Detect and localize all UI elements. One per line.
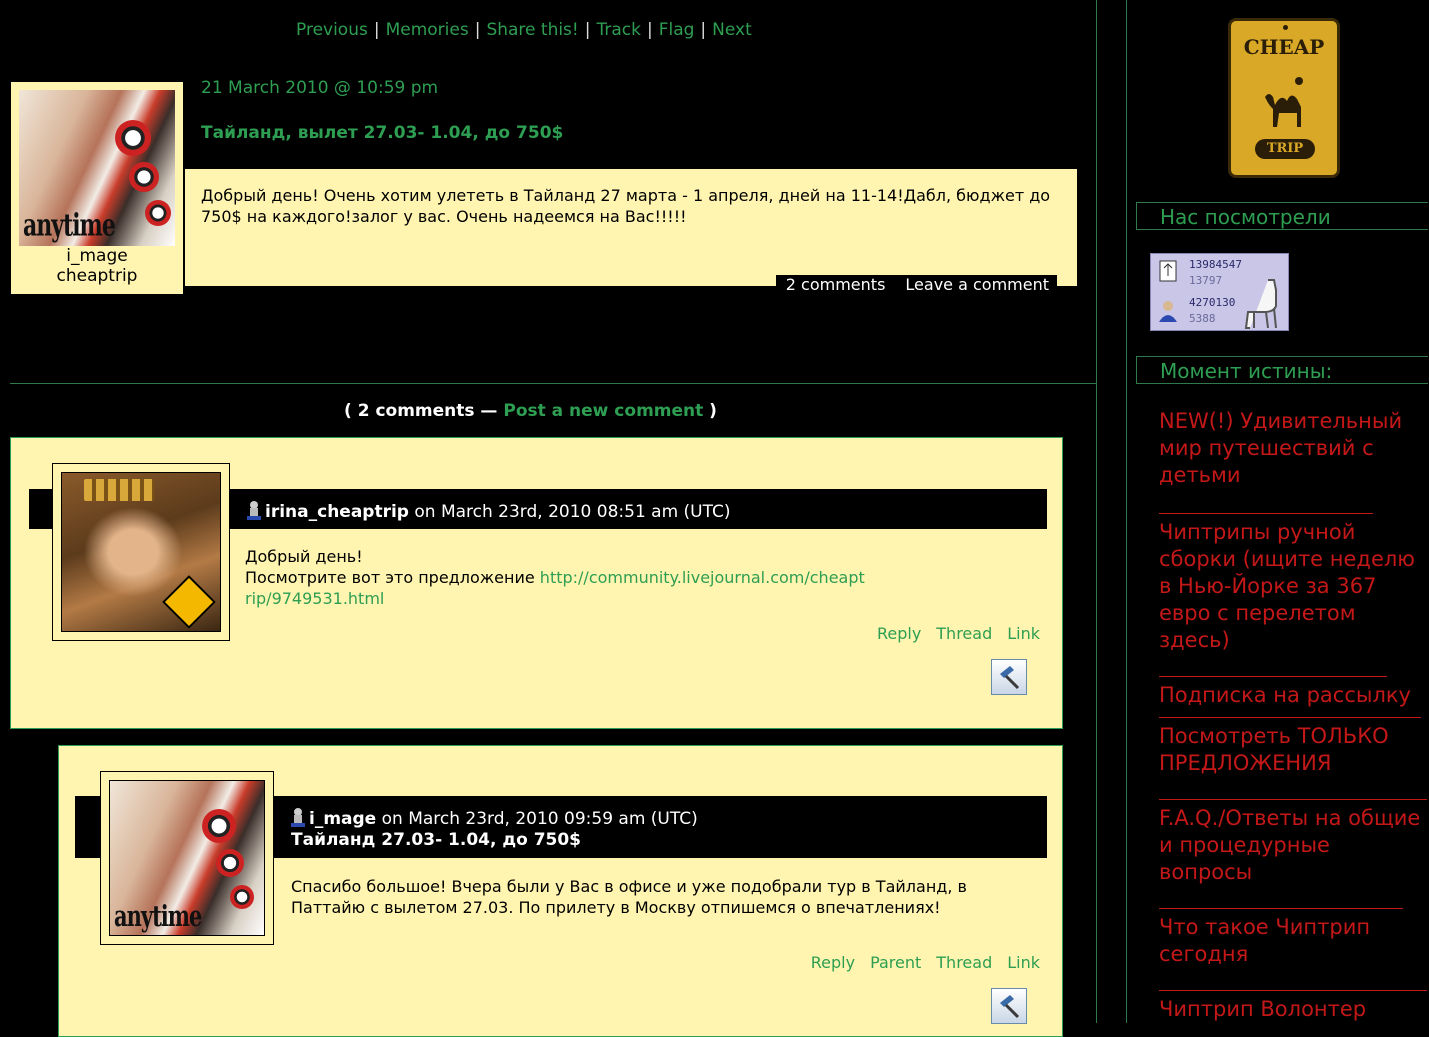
sidebar-links: NEW(!) Удивительный мир путешествий с де… [1159, 408, 1427, 1023]
moment-title: Момент истины: [1136, 356, 1428, 384]
comment-author-line: irina_cheaptrip on March 23rd, 2010 08:5… [247, 500, 731, 522]
column-divider-left [1096, 0, 1097, 1023]
column-divider-right [1126, 0, 1127, 1023]
comment-author-line: i_mage on March 23rd, 2010 09:59 am (UTC… [291, 807, 698, 851]
sidebar-link-subscribe[interactable]: Подписка на рассылку [1159, 682, 1427, 709]
divider [1159, 908, 1403, 909]
reply-link[interactable]: Reply [877, 624, 921, 643]
cheaptrip-logo[interactable]: CHEAP TRIP [1228, 18, 1340, 178]
visitor-counter[interactable]: 13984547 13797 4270130 5388 [1150, 253, 1289, 331]
camel-icon [1265, 77, 1303, 127]
visitors-icon [1159, 301, 1177, 322]
nav-next-link[interactable]: Next [712, 20, 752, 40]
comment-username[interactable]: irina_cheaptrip [265, 502, 409, 522]
sidebar-link-kids[interactable]: NEW(!) Удивительный мир путешествий с де… [1159, 408, 1427, 489]
llama-icon [1244, 279, 1277, 329]
comment-userpic[interactable] [52, 463, 230, 641]
comment-body: Добрый день! Посмотрите вот это предложе… [245, 546, 965, 609]
entry-text: Добрый день! Очень хотим улететь в Тайла… [201, 186, 1051, 226]
comment-greeting: Добрый день! [245, 547, 363, 566]
sidebar-link-faq[interactable]: F.A.Q./Ответы на общие и процедурные воп… [1159, 805, 1427, 886]
edit-icon [1000, 995, 1020, 1019]
comment-subject: Тайланд 27.03- 1.04, до 750$ [291, 830, 582, 850]
comments-heading: ( 2 comments — Post a new comment ) [344, 401, 717, 421]
user-icon [247, 501, 261, 520]
comment-text: Посмотрите вот это предложение [245, 568, 540, 587]
comment-username[interactable]: i_mage [309, 809, 376, 829]
entry-subject: Тайланд, вылет 27.03- 1.04, до 750$ [201, 123, 564, 143]
divider [1159, 717, 1421, 718]
comment-timestamp: on March 23rd, 2010 08:51 am (UTC) [408, 502, 731, 522]
sidebar-link-volunteer[interactable]: Чиптрип Волонтер [1159, 996, 1427, 1023]
entry-navigation: Previous | Memories | Share this! | Track | Flag… [296, 20, 752, 40]
post-new-comment-link[interactable]: Post a new comment [503, 401, 703, 421]
nav-share-link[interactable]: Share this! [486, 20, 578, 40]
comments-count: 2 comments [357, 401, 475, 421]
userpic-brand-text: anytime [23, 207, 116, 244]
reply-link[interactable]: Reply [811, 953, 855, 972]
visitors-title: Нас посмотрели [1136, 202, 1428, 230]
edit-icon [1000, 666, 1020, 690]
thread-link[interactable]: Thread [936, 953, 992, 972]
nav-track-link[interactable]: Track [596, 20, 640, 40]
sidebar-link-about[interactable]: Что такое Чиптрип сегодня [1159, 914, 1427, 968]
userpic-image [62, 473, 220, 631]
pages-icon [1159, 260, 1177, 282]
nav-previous-link[interactable]: Previous [296, 20, 368, 40]
userpic-image[interactable]: anytime [19, 90, 175, 246]
parent-link[interactable]: Parent [870, 953, 921, 972]
thread-link[interactable]: Thread [936, 624, 992, 643]
nav-flag-link[interactable]: Flag [659, 20, 695, 40]
entry-date: 21 March 2010 @ 10:59 pm [201, 78, 439, 98]
entry-separator [10, 383, 1096, 384]
link-link[interactable]: Link [1007, 953, 1040, 972]
sidebar-link-handmade[interactable]: Чиптрипы ручной сборки (ищите неделю в Н… [1159, 519, 1427, 654]
divider [1159, 799, 1427, 800]
comment-actions: Reply Parent Thread Link [811, 953, 1040, 972]
comment-body: Спасибо большое! Вчера были у Вас в офис… [291, 877, 967, 917]
userpic-image: anytime [110, 781, 264, 935]
entry-userpic-card: anytime i_mage cheaptrip [11, 82, 183, 294]
nav-memories-link[interactable]: Memories [386, 20, 469, 40]
link-link[interactable]: Link [1007, 624, 1040, 643]
comment-irina: irina_cheaptrip on March 23rd, 2010 08:5… [10, 437, 1063, 729]
user-icon [291, 808, 305, 827]
entry-community-name[interactable]: cheaptrip [11, 266, 183, 286]
entry-footer-links: 2 comments Leave a comment [775, 275, 1057, 296]
sidebar-link-offers[interactable]: Посмотреть ТОЛЬКО ПРЕДЛОЖЕНИЯ [1159, 723, 1427, 777]
comment-userpic[interactable]: anytime [100, 771, 274, 945]
divider [1159, 676, 1387, 677]
userpic-brand-text: anytime [114, 898, 202, 933]
entry-body: Добрый день! Очень хотим улететь в Тайла… [185, 169, 1077, 273]
leave-comment-link[interactable]: Leave a comment [905, 275, 1049, 294]
comment-actions: Reply Thread Link [877, 624, 1040, 643]
divider [1159, 990, 1427, 991]
comment-i-mage: anytime i_mage on March 23rd, 2010 09:59… [58, 745, 1063, 1037]
comments-count-link[interactable]: 2 comments [786, 275, 886, 294]
divider [1159, 513, 1373, 514]
edit-tags-button[interactable] [991, 988, 1027, 1024]
edit-tags-button[interactable] [991, 659, 1027, 695]
comment-timestamp: on March 23rd, 2010 09:59 am (UTC) [376, 809, 698, 829]
entry-username[interactable]: i_mage [11, 246, 183, 266]
